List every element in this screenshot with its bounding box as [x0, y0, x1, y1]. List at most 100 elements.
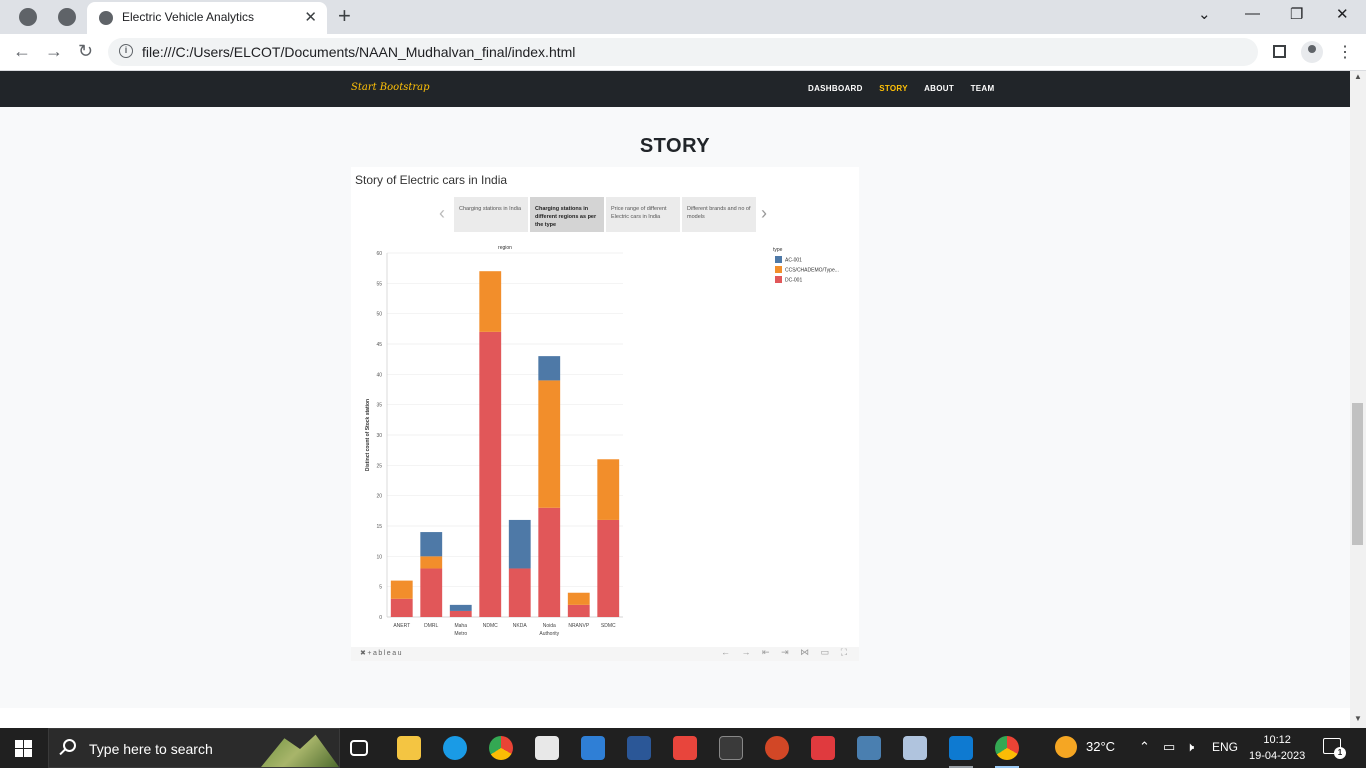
redo-icon[interactable]: →: [742, 647, 751, 657]
mail-icon[interactable]: [581, 736, 605, 760]
bar-segment: [390, 580, 413, 599]
nav-story[interactable]: STORY: [879, 84, 908, 93]
browser-tab-strip: Electric Vehicle Analytics ✕ + ⌄ — ❐ ✕: [0, 0, 1366, 34]
y-axis-label: Distinct count of Stock station: [365, 399, 371, 471]
info-icon[interactable]: i: [119, 44, 133, 58]
chrome-icon[interactable]: [489, 736, 513, 760]
edge-icon[interactable]: [443, 736, 467, 760]
pinned-tab-icon[interactable]: [19, 8, 37, 26]
bar-segment: [420, 568, 443, 617]
menu-icon[interactable]: ⋮: [1337, 42, 1353, 62]
bar-segment: [390, 598, 413, 617]
bar-segment: [420, 532, 443, 557]
scroll-down-arrow[interactable]: ▼: [1354, 714, 1362, 723]
system-clock[interactable]: 10:12 19-04-2023: [1249, 732, 1305, 764]
y-tick-label: 45: [376, 342, 382, 348]
weather-temp[interactable]: 32°C: [1086, 739, 1115, 754]
tableau-logo: ✖+ableau: [360, 650, 403, 657]
fullscreen-icon[interactable]: ⛶: [841, 647, 847, 657]
battery-icon[interactable]: ▭: [1163, 739, 1175, 755]
chevron-down-icon[interactable]: ⌄: [1198, 5, 1211, 23]
notification-icon[interactable]: 1: [1323, 738, 1346, 759]
notification-count: 1: [1334, 747, 1346, 759]
url-text[interactable]: file:///C:/Users/ELCOT/Documents/NAAN_Mu…: [142, 44, 575, 60]
snowflake-icon[interactable]: [903, 736, 927, 760]
legend-swatch: [775, 266, 782, 273]
vertical-scrollbar[interactable]: ▲ ▼: [1350, 71, 1366, 728]
vscode-icon[interactable]: [949, 736, 973, 760]
close-icon[interactable]: ✕: [304, 8, 317, 26]
browser-tab-active[interactable]: Electric Vehicle Analytics ✕: [87, 2, 327, 34]
nav-team[interactable]: TEAM: [971, 84, 995, 93]
x-tick-label: Metro: [454, 631, 467, 637]
address-bar[interactable]: i file:///C:/Users/ELCOT/Documents/NAAN_…: [108, 38, 1258, 66]
bar-segment: [567, 604, 590, 617]
brand-logo[interactable]: Start Bootstrap: [351, 82, 430, 93]
search-icon: [63, 739, 76, 752]
y-tick-label: 15: [376, 524, 382, 530]
volume-icon[interactable]: 🕨: [1186, 739, 1194, 755]
chevron-up-icon[interactable]: ⌃: [1139, 739, 1150, 755]
windows-start-icon[interactable]: [15, 740, 32, 757]
x-tick-label: Authority: [539, 631, 559, 637]
undo-icon[interactable]: ←: [721, 647, 730, 657]
wps-icon[interactable]: [811, 736, 835, 760]
app-icon[interactable]: [719, 736, 743, 760]
legend-label: AC-001: [785, 258, 802, 264]
clock-time: 10:12: [1263, 734, 1291, 746]
taskbar-search-box[interactable]: Type here to search: [48, 728, 340, 768]
weather-icon[interactable]: [1055, 736, 1077, 758]
nav-dashboard[interactable]: DASHBOARD: [808, 84, 863, 93]
page-title: STORY: [639, 135, 711, 157]
language-indicator[interactable]: ENG: [1212, 740, 1238, 754]
word-icon[interactable]: [627, 736, 651, 760]
clock-date: 19-04-2023: [1249, 750, 1306, 762]
side-panel-icon[interactable]: [1273, 45, 1286, 58]
nav-links: DASHBOARD STORY ABOUT TEAM: [808, 84, 1008, 93]
taskbar-search-placeholder[interactable]: Type here to search: [89, 741, 213, 757]
x-tick-label: Maha: [454, 623, 467, 629]
profile-avatar[interactable]: [1301, 41, 1323, 63]
x-tick-label: SDMC: [601, 623, 616, 629]
address-toolbar: ← → ↻ i file:///C:/Users/ELCOT/Documents…: [0, 34, 1366, 71]
nav-about[interactable]: ABOUT: [924, 84, 954, 93]
powerpoint-icon[interactable]: [765, 736, 789, 760]
revert-icon[interactable]: ⇤: [762, 647, 770, 657]
scroll-up-arrow[interactable]: ▲: [1354, 72, 1362, 81]
scroll-thumb[interactable]: [1352, 403, 1363, 545]
tableau-embed: Story of Electric cars in India ‹ Chargi…: [351, 167, 859, 661]
search-highlight-image: [261, 734, 339, 767]
bar-segment: [449, 610, 472, 617]
file-explorer-icon[interactable]: [397, 736, 421, 760]
pinned-tab-icon[interactable]: [58, 8, 76, 26]
reload-button[interactable]: ↻: [78, 41, 93, 62]
bar-segment: [597, 519, 620, 617]
legend-swatch: [775, 256, 782, 263]
minimize-button[interactable]: —: [1245, 5, 1260, 22]
legend-title: type: [773, 247, 783, 253]
share-icon[interactable]: ⋈: [800, 647, 809, 657]
x-tick-label: NDMC: [483, 623, 498, 629]
task-view-icon[interactable]: [350, 740, 368, 756]
x-tick-label: ANERT: [393, 623, 410, 629]
y-tick-label: 5: [379, 585, 382, 591]
bar-segment: [479, 331, 502, 617]
chrome-active-icon[interactable]: [995, 736, 1019, 760]
globe-icon: [99, 11, 113, 25]
new-tab-button[interactable]: +: [338, 3, 351, 29]
forward-button[interactable]: →: [45, 41, 63, 62]
sql-icon[interactable]: [857, 736, 881, 760]
anydesk-icon[interactable]: [673, 736, 697, 760]
x-tick-label: NKDA: [513, 623, 528, 629]
back-button[interactable]: ←: [13, 41, 31, 62]
refresh-icon[interactable]: ⇥: [781, 647, 789, 657]
store-icon[interactable]: [535, 736, 559, 760]
bar-segment: [479, 271, 502, 332]
y-tick-label: 10: [376, 554, 382, 560]
x-tick-label: Noida: [543, 623, 556, 629]
restore-button[interactable]: ❐: [1290, 5, 1303, 23]
legend-swatch: [775, 276, 782, 283]
x-tick-label: DMRL: [424, 623, 438, 629]
comment-icon[interactable]: ▭: [821, 647, 830, 657]
window-close-button[interactable]: ✕: [1336, 5, 1349, 23]
